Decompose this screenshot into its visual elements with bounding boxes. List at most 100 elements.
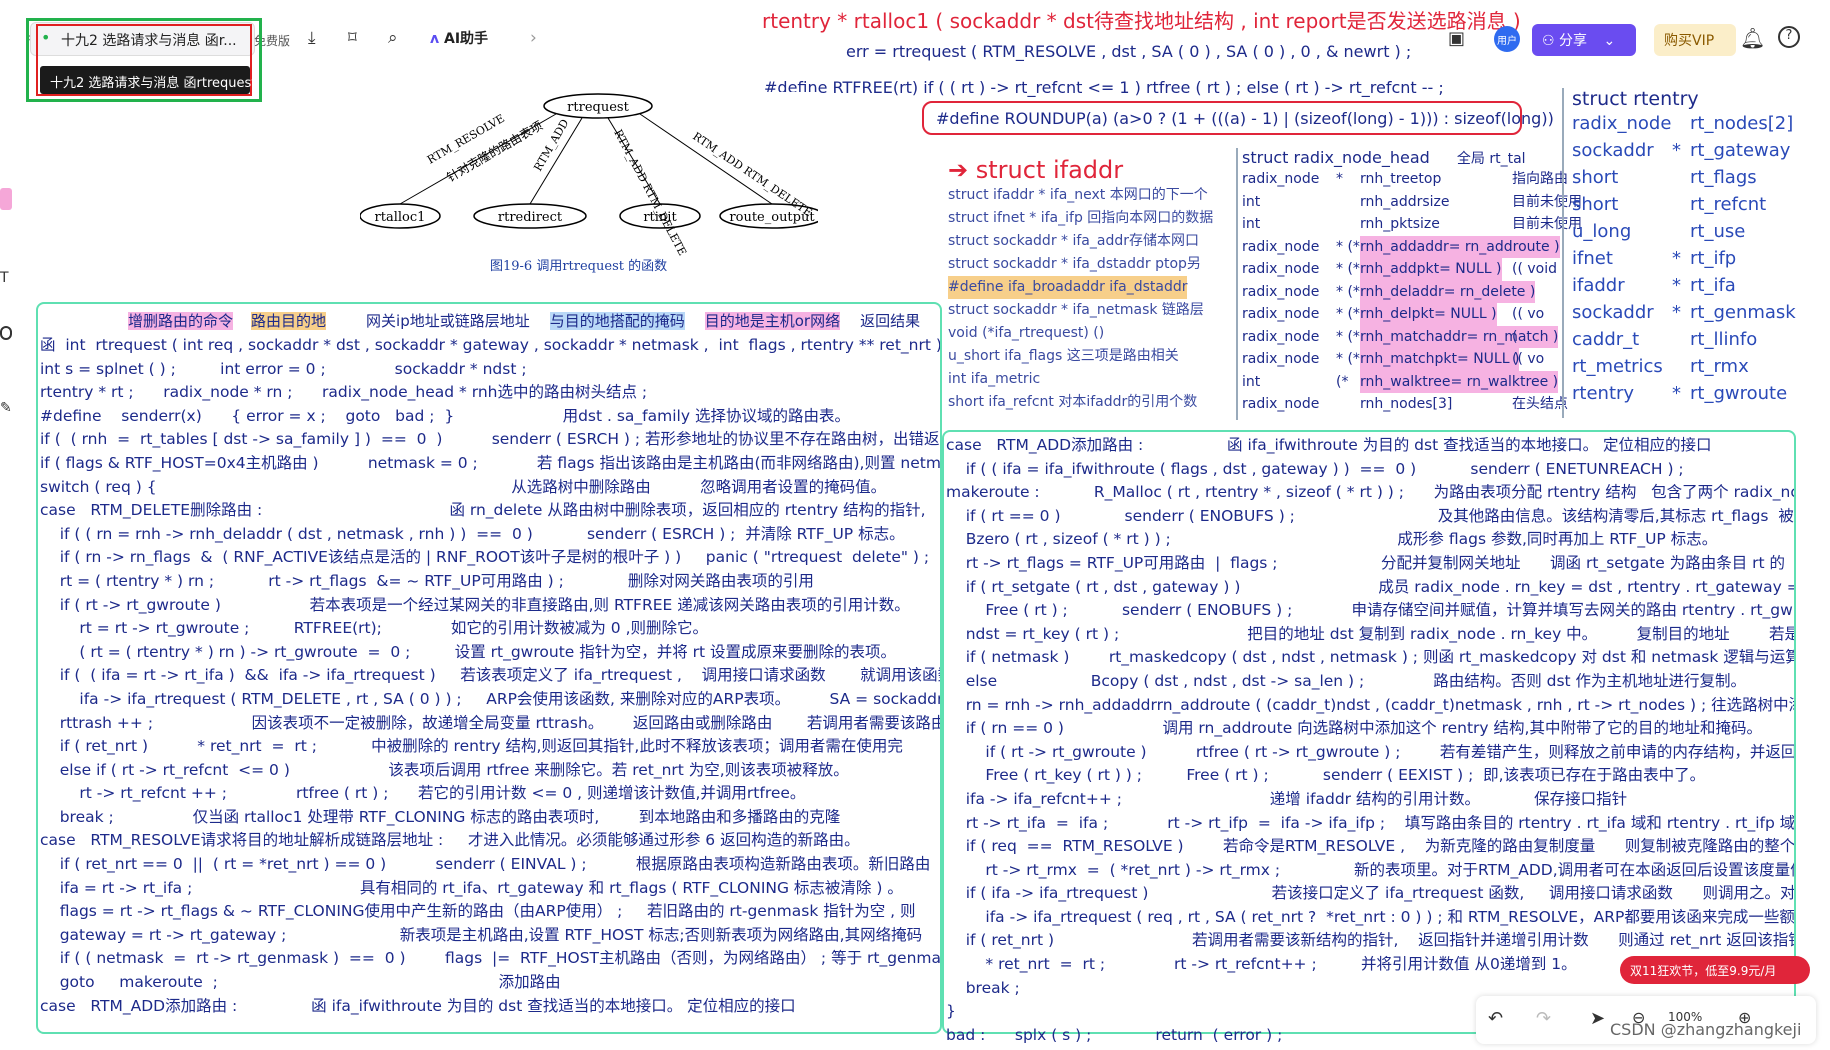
radix-head-cell: int bbox=[1242, 373, 1261, 390]
ifaddr-field: struct sockaddr * ifa_netmask 链路层 bbox=[948, 302, 1204, 318]
sticky-note-icon[interactable] bbox=[0, 188, 12, 210]
radix-head-row: int rnh_pktsize 目前未使用 bbox=[1242, 213, 1582, 236]
radix-head-cell: radix_node bbox=[1242, 283, 1320, 300]
code-line: if ( rt -> rt_gwroute ) 若本表项是一个经过某网关的非直接… bbox=[40, 595, 910, 614]
undo-icon[interactable]: ↶ bbox=[1488, 1008, 1503, 1029]
param-label: 路由目的地 bbox=[251, 312, 327, 330]
promo-banner[interactable]: 双11狂欢节，低至9.9元/月 bbox=[1620, 956, 1810, 984]
radix-head-row: radix_node * (* rnh_addpkt= NULL ) (( void bbox=[1242, 258, 1557, 281]
help-icon[interactable]: ? bbox=[1778, 26, 1800, 48]
radix-head-cell: radix_node bbox=[1242, 328, 1320, 345]
rtentry-cell: rt_genmask bbox=[1690, 302, 1796, 323]
radix-head-cell: rnh_delpkt= NULL ) bbox=[1360, 303, 1497, 326]
param-label: 与目的地搭配的掩码 bbox=[549, 312, 685, 330]
radix-head-cell: (* bbox=[1336, 373, 1349, 390]
radix-head-cell: rnh_addaddr= rn_addroute ) bbox=[1360, 235, 1560, 258]
rtfree-define: #define RTFREE(rt) if ( ( rt ) -> rt_ref… bbox=[764, 78, 1444, 97]
radix-head-cell: rnh_nodes[3] bbox=[1360, 396, 1453, 412]
ai-label: AI助手 bbox=[444, 31, 489, 47]
text-tool-icon[interactable]: T bbox=[0, 270, 14, 286]
code-line: case RTM_DELETE删除路由 : 函 rn_delete 从路由树中删… bbox=[40, 501, 926, 520]
chevron-right-icon[interactable]: › bbox=[530, 28, 537, 48]
rtentry-cell: radix_node bbox=[1572, 113, 1672, 134]
ai-assistant-button[interactable]: ᴧ AI助手 bbox=[430, 28, 488, 48]
code-line: rtentry * rt ; radix_node * rn ; radix_n… bbox=[40, 383, 648, 402]
radix-head-cell: ( bbox=[1512, 328, 1518, 345]
code-line: case RTM_RESOLVE请求将目的地址解析成链路层地址 : 才进入此情况… bbox=[40, 831, 860, 850]
bell-icon[interactable]: 🔔︎ bbox=[1740, 26, 1765, 50]
radix-head-cell: (( vo bbox=[1512, 306, 1545, 322]
ifaddr-field: void (*ifa_rtrequest) () bbox=[948, 325, 1105, 341]
rtentry-cell: sockaddr bbox=[1572, 302, 1654, 323]
radix-head-cell: rnh_addpkt= NULL ) bbox=[1360, 258, 1502, 281]
briefcase-icon[interactable]: ▣ bbox=[1448, 28, 1465, 49]
user-plus-icon: ⚇ bbox=[1542, 33, 1555, 49]
radix-head-row: radix_node * (* rnh_matchpkt= NULL )(( vo bbox=[1242, 348, 1545, 371]
graph-leaf-2: rtredirect bbox=[498, 210, 563, 225]
rtentry-cell: rt_gwroute bbox=[1690, 383, 1788, 404]
download-icon[interactable]: ⤓ bbox=[308, 28, 316, 48]
redo-icon[interactable]: ↷ bbox=[1536, 1008, 1551, 1029]
radix-head-cell: rnh_addrsize bbox=[1360, 193, 1450, 210]
radix-head-cell: rnh_pktsize bbox=[1360, 216, 1440, 232]
radix-head-title: struct radix_node_head 全局 rt_tal bbox=[1242, 148, 1526, 167]
code-line: ( rt = ( rtentry * ) rn ) -> rt_gwroute … bbox=[40, 642, 897, 661]
radix-head-cell: radix_node bbox=[1242, 238, 1320, 255]
search-icon[interactable]: ⌕ bbox=[388, 28, 398, 48]
param-label: 增删路由的命令 bbox=[128, 312, 234, 330]
pen-tool-icon[interactable]: ✎ bbox=[0, 400, 14, 416]
rtentry-row: rtentry * rt_gwroute bbox=[1572, 380, 1788, 407]
rtentry-cell: rt_nodes[2] bbox=[1690, 113, 1794, 134]
rtalloc1-signature: rtentry * rtalloc1 ( sockaddr * dst待查找地址… bbox=[762, 9, 1521, 33]
rtentry-cell: rt_refcnt bbox=[1690, 194, 1767, 215]
ifaddr-field: struct ifnet * ifa_ifp 回指向本网口的数据 bbox=[948, 210, 1214, 226]
radix-head-cell: rnh_walktree= rn_walktree ) bbox=[1360, 370, 1559, 393]
rtentry-row: ifnet * rt_ifp bbox=[1572, 245, 1788, 272]
left-code-lines: 函 int rtrequest ( int req , sockaddr * d… bbox=[40, 334, 940, 1018]
rtentry-cell: u_long bbox=[1572, 221, 1632, 242]
code-line: Bzero ( rt , sizeof ( * rt ) ) ; 成形参 fla… bbox=[946, 530, 1718, 549]
rtentry-rows: radix_node rt_nodes[2] sockaddr * rt_gateway… bbox=[1572, 110, 1796, 407]
rtentry-row: short rt_refcnt bbox=[1572, 191, 1788, 218]
rtentry-cell: ifnet bbox=[1572, 248, 1613, 269]
radix-head-cell: * (* bbox=[1336, 261, 1360, 277]
radix-head-cell: rnh_matchpkt= NULL ) bbox=[1360, 348, 1520, 371]
ifaddr-field: short ifa_refcnt 对本ifaddr的引用个数 bbox=[948, 394, 1198, 410]
avatar[interactable]: 用户 bbox=[1494, 26, 1520, 52]
radix-head-row: radix_node * (* rnh_matchaddr= rn_match )( bbox=[1242, 325, 1559, 348]
figure-caption: 图19-6 调用rtrequest 的函数 bbox=[490, 258, 667, 274]
radix-head-row: radix_node * (* rnh_delpkt= NULL ) (( vo bbox=[1242, 303, 1545, 326]
radix-head-cell: 在头结点 bbox=[1512, 396, 1568, 412]
ifaddr-title: ➔ struct ifaddr bbox=[948, 156, 1124, 184]
param-label: 返回结果 bbox=[860, 312, 921, 330]
struct-ifaddr: ➔ struct ifaddr struct ifaddr * ifa_next… bbox=[948, 156, 1222, 410]
radix-head-cell: rnh_treetop bbox=[1360, 171, 1442, 187]
rtentry-cell: sockaddr bbox=[1572, 140, 1654, 161]
radix-head-cell: rnh_deladdr= rn_delete ) bbox=[1360, 280, 1536, 303]
code-line: gateway = rt -> rt_gateway ; 新表项是主机路由,设置… bbox=[40, 925, 923, 944]
edge-label-3: RTM_ADD RTM_DELETE bbox=[611, 127, 689, 258]
rtentry-cell: short bbox=[1572, 194, 1619, 215]
param-labels: 增删路由的命令 路由目的地 网关ip地址或链路层地址 与目的地搭配的掩码 目的地是主机o… bbox=[128, 310, 920, 331]
ifaddr-field: struct sockaddr * ifa_addr存储本网口 bbox=[948, 233, 1199, 249]
radix-head-cell: (( vo bbox=[1512, 351, 1545, 367]
code-line: Free ( rt ) ; senderr ( ENOBUFS ) ; 申请存储… bbox=[946, 601, 1794, 620]
radix-head-cell: * (* bbox=[1336, 306, 1360, 322]
buy-vip-button[interactable]: 购买VIP bbox=[1654, 24, 1736, 56]
code-line: if ( ( ifa = rt -> rt_ifa ) && ifa -> if… bbox=[40, 666, 940, 685]
code-line: rt -> rt_rmx = ( *ret_nrt ) -> rt_rmx ; … bbox=[946, 860, 1794, 879]
radix-head-cell: int bbox=[1242, 193, 1261, 210]
rtentry-cell: short bbox=[1572, 167, 1619, 188]
code-line: if ( ( rn = rnh -> rnh_deladdr ( dst , n… bbox=[40, 524, 905, 543]
code-line: case RTM_ADD添加路由 : 函 ifa_ifwithroute 为目的… bbox=[40, 996, 796, 1015]
code-line: ifa -> ifa_rtrequest ( req , rt , SA ( r… bbox=[946, 907, 1794, 926]
radix-head-cell: rnh_matchaddr= rn_match ) bbox=[1360, 325, 1559, 348]
tag-icon[interactable]: ⌑ bbox=[348, 28, 357, 48]
pointer-icon[interactable]: ➤ bbox=[1590, 1008, 1605, 1029]
rtentry-cell: ifaddr bbox=[1572, 275, 1625, 296]
code-line: #define senderr(x) { error = x ; goto ba… bbox=[40, 406, 850, 425]
share-button[interactable]: ⚇ 分享 ⌄ bbox=[1532, 24, 1636, 56]
code-line: case RTM_ADD添加路由 : 函 ifa_ifwithroute 为目的… bbox=[946, 436, 1712, 454]
shape-tool-icon[interactable] bbox=[0, 326, 12, 340]
code-line: rn = rnh -> rnh_addaddrrn_addroute ( (ca… bbox=[946, 695, 1794, 714]
